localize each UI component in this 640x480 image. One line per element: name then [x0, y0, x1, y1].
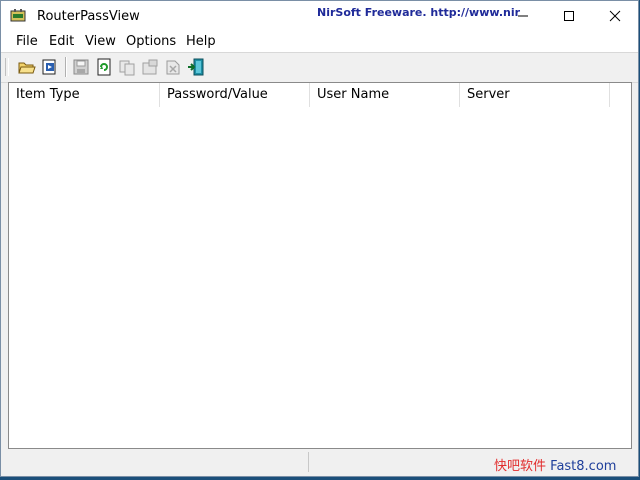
list-header: Item Type Password/Value User Name Serve… [9, 83, 631, 107]
open-file-button[interactable] [41, 58, 59, 76]
refresh-button[interactable] [95, 58, 113, 76]
exit-button[interactable] [187, 58, 205, 76]
close-icon [609, 10, 621, 22]
maximize-icon [564, 11, 574, 21]
column-header-password-value[interactable]: Password/Value [160, 83, 310, 107]
menu-options[interactable]: Options [124, 34, 178, 49]
toolbar [1, 52, 638, 83]
copy-button[interactable] [118, 58, 136, 76]
status-link[interactable]: NirSoft Freeware. http://www.nir [317, 6, 520, 19]
toolbar-separator [65, 57, 67, 77]
app-window: RouterPassView File Edit View Options He… [0, 0, 639, 477]
watermark-site-text: Fast8.com [550, 459, 617, 474]
menu-help[interactable]: Help [184, 34, 218, 49]
column-header-item-type[interactable]: Item Type [9, 83, 160, 107]
column-header-server[interactable]: Server [460, 83, 610, 107]
open-file-icon [42, 59, 56, 75]
watermark: 快吧软件 Fast8.com [494, 455, 616, 474]
copy-icon [119, 60, 135, 76]
open-folder-button[interactable] [18, 58, 36, 76]
watermark-cn-text: 快吧软件 [494, 459, 547, 474]
window-title: RouterPassView [37, 9, 140, 24]
toolbar-grip[interactable] [5, 58, 9, 76]
app-router-icon [10, 9, 26, 22]
status-cell-count [8, 452, 309, 472]
open-folder-icon [18, 62, 36, 74]
column-header-user-name[interactable]: User Name [310, 83, 460, 107]
close-button[interactable] [592, 1, 638, 31]
properties-button[interactable] [141, 58, 159, 76]
exit-icon [188, 58, 204, 76]
properties-icon [142, 59, 158, 75]
html-report-button[interactable] [164, 58, 182, 76]
maximize-button[interactable] [546, 1, 592, 31]
save-button[interactable] [72, 58, 90, 76]
password-list[interactable]: Item Type Password/Value User Name Serve… [8, 82, 632, 449]
menu-file[interactable]: File [14, 34, 40, 49]
refresh-icon [97, 58, 111, 76]
menu-bar: File Edit View Options Help [1, 31, 638, 52]
menu-edit[interactable]: Edit [47, 34, 76, 49]
menu-view[interactable]: View [83, 34, 118, 49]
save-icon [73, 59, 89, 75]
html-report-icon [166, 60, 180, 75]
